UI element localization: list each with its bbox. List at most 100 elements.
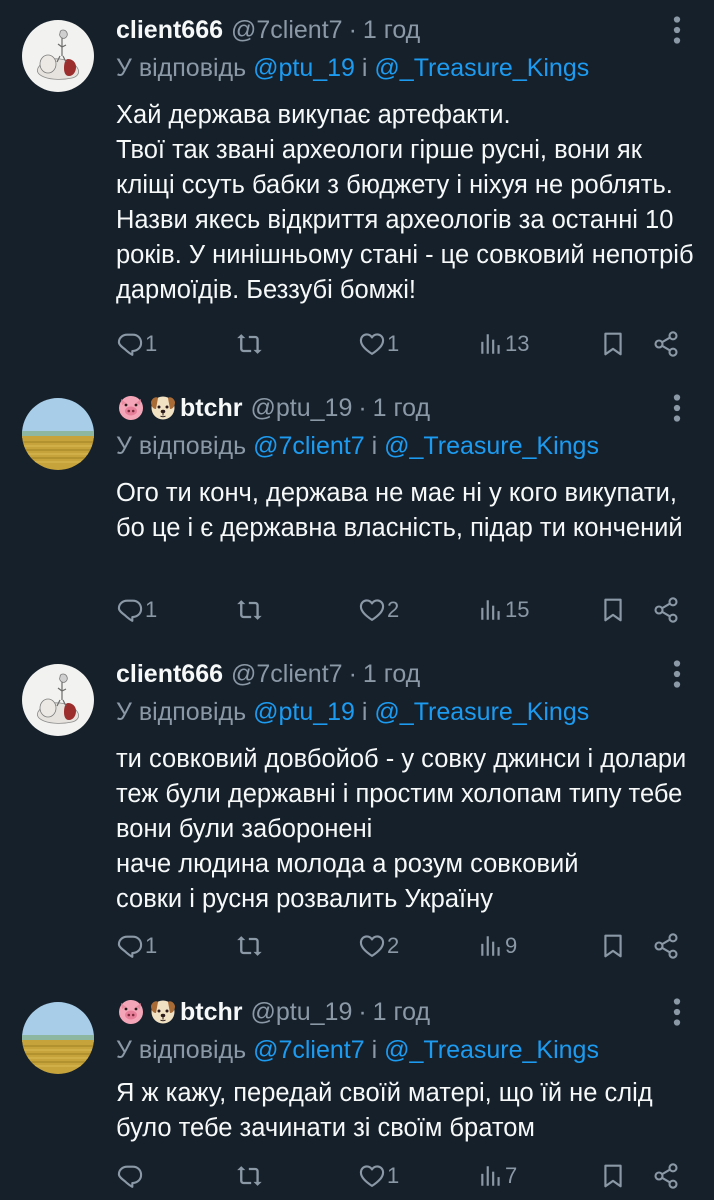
bookmark-icon	[600, 596, 626, 624]
reply-count: 1	[145, 933, 158, 958]
display-name[interactable]: btchr	[180, 390, 243, 426]
reply-icon	[116, 330, 144, 358]
tweet-header: client666 @7client7 · 1 год	[116, 12, 420, 48]
views-button[interactable]: 9	[478, 926, 517, 966]
like-count: 1	[387, 331, 400, 356]
display-name[interactable]: btchr	[180, 994, 243, 1030]
user-avatar[interactable]	[22, 1002, 94, 1074]
timestamp[interactable]: 1 год	[373, 390, 430, 426]
reply-count: 1	[145, 331, 158, 356]
like-count: 1	[387, 1163, 400, 1188]
reply-mention[interactable]: @_Treasure_Kings	[374, 54, 589, 82]
heart-icon	[358, 596, 386, 624]
user-avatar[interactable]	[22, 20, 94, 92]
repost-button[interactable]	[236, 324, 265, 364]
like-button[interactable]: 1	[358, 324, 399, 364]
reply-button[interactable]: 1	[116, 324, 157, 364]
timestamp[interactable]: 1 год	[363, 656, 420, 692]
bookmark-button[interactable]	[600, 590, 626, 630]
views-button[interactable]: 13	[478, 324, 529, 364]
timestamp[interactable]: 1 год	[363, 12, 420, 48]
like-button[interactable]: 2	[358, 926, 399, 966]
sketch-figure-avatar-icon	[22, 664, 94, 736]
reply-button[interactable]: 1	[116, 926, 157, 966]
share-button[interactable]	[652, 926, 680, 966]
reply-mention[interactable]: @ptu_19	[253, 54, 355, 82]
share-button[interactable]	[652, 590, 680, 630]
user-avatar[interactable]	[22, 398, 94, 470]
more-options-button[interactable]	[664, 656, 690, 692]
reply-mention[interactable]: @ptu_19	[253, 698, 355, 726]
reply-button[interactable]	[116, 1156, 145, 1196]
more-options-button[interactable]	[664, 12, 690, 48]
view-count: 13	[505, 331, 530, 356]
tweet-text: Я ж кажу, передай своїй матері, що їй не…	[116, 1079, 653, 1142]
user-handle[interactable]: @ptu_19	[251, 994, 353, 1030]
view-count: 7	[505, 1163, 518, 1188]
display-name[interactable]: client666	[116, 656, 223, 692]
repost-button[interactable]	[236, 1156, 265, 1196]
views-bar-chart-icon	[478, 597, 504, 623]
like-button[interactable]: 2	[358, 590, 399, 630]
reply-button[interactable]: 1	[116, 590, 157, 630]
reply-context: У відповідь @7client7 і @_Treasure_Kings	[116, 1032, 599, 1068]
tweet-actions: 1 7	[116, 1156, 686, 1196]
bookmark-icon	[600, 330, 626, 358]
user-handle[interactable]: @7client7	[231, 656, 343, 692]
display-name[interactable]: client666	[116, 12, 223, 48]
tweet-header: btchr @ptu_19 · 1 год	[116, 994, 430, 1030]
repost-icon	[236, 932, 264, 960]
bookmark-button[interactable]	[600, 1156, 626, 1196]
tweet-actions: 1 2 9	[116, 926, 686, 966]
views-bar-chart-icon	[478, 1163, 504, 1189]
reply-prefix: У відповідь	[116, 432, 247, 460]
repost-icon	[236, 596, 264, 624]
reply-prefix: У відповідь	[116, 1036, 247, 1064]
tweet-text: Ого ти конч, держава не має ні у кого ви…	[116, 479, 683, 542]
more-options-button[interactable]	[664, 994, 690, 1030]
views-button[interactable]: 7	[478, 1156, 517, 1196]
repost-icon	[236, 1162, 264, 1190]
reply-mention[interactable]: @7client7	[253, 1036, 365, 1064]
reply-mention[interactable]: @_Treasure_Kings	[384, 432, 599, 460]
user-handle[interactable]: @ptu_19	[251, 390, 353, 426]
views-bar-chart-icon	[478, 933, 504, 959]
view-count: 15	[505, 597, 530, 622]
share-icon	[652, 1162, 680, 1190]
more-options-button[interactable]	[664, 390, 690, 426]
separator-dot: ·	[358, 998, 367, 1026]
reply-count: 1	[145, 597, 158, 622]
reply-mention[interactable]: @_Treasure_Kings	[374, 698, 589, 726]
user-avatar[interactable]	[22, 664, 94, 736]
heart-icon	[358, 330, 386, 358]
pig-face-emoji-icon	[116, 997, 146, 1027]
views-button[interactable]: 15	[478, 590, 529, 630]
reply-mention[interactable]: @_Treasure_Kings	[384, 1036, 599, 1064]
like-count: 2	[387, 933, 400, 958]
share-button[interactable]	[652, 324, 680, 364]
tweet-text: ти совковий довбойоб - у совку джинси і …	[116, 745, 687, 913]
bookmark-button[interactable]	[600, 926, 626, 966]
reply-conjunction: і	[361, 54, 368, 82]
reply-context: У відповідь @ptu_19 і @_Treasure_Kings	[116, 694, 589, 730]
timestamp[interactable]: 1 год	[373, 994, 430, 1030]
dog-face-emoji-icon	[148, 393, 178, 423]
user-handle[interactable]: @7client7	[231, 12, 343, 48]
reply-prefix: У відповідь	[116, 698, 247, 726]
like-button[interactable]: 1	[358, 1156, 399, 1196]
repost-icon	[236, 330, 264, 358]
tweet-actions: 1 2 15	[116, 590, 686, 630]
dog-face-emoji-icon	[148, 997, 178, 1027]
repost-button[interactable]	[236, 590, 265, 630]
separator-dot: ·	[348, 660, 357, 688]
share-icon	[652, 596, 680, 624]
reply-icon	[116, 932, 144, 960]
bookmark-button[interactable]	[600, 324, 626, 364]
field-landscape-avatar-icon	[22, 398, 94, 470]
views-bar-chart-icon	[478, 331, 504, 357]
share-button[interactable]	[652, 1156, 680, 1196]
reply-context: У відповідь @7client7 і @_Treasure_Kings	[116, 428, 599, 464]
reply-context: У відповідь @ptu_19 і @_Treasure_Kings	[116, 50, 589, 86]
reply-mention[interactable]: @7client7	[253, 432, 365, 460]
repost-button[interactable]	[236, 926, 265, 966]
